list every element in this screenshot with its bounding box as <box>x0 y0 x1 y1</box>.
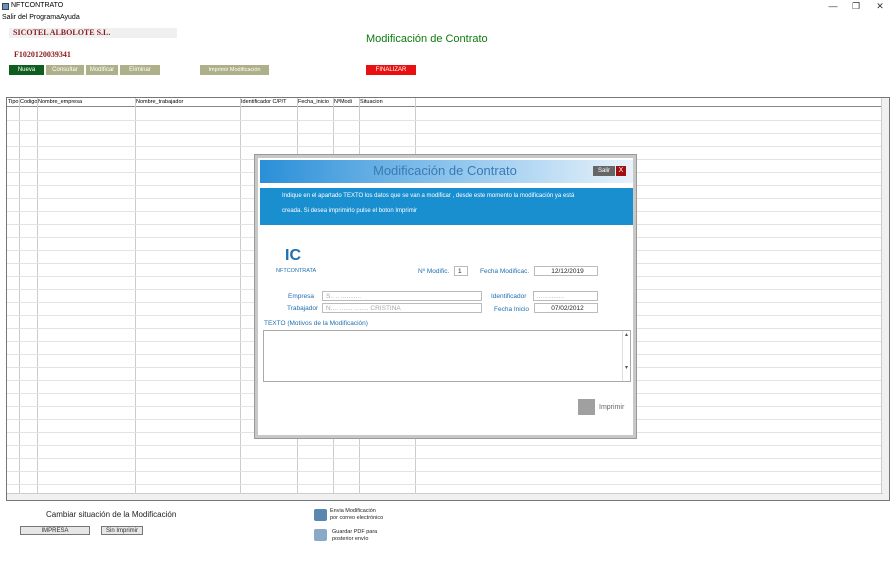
title-bar <box>0 0 894 13</box>
mail-icon[interactable] <box>314 509 327 521</box>
nueva-button[interactable]: Nueva <box>9 65 44 75</box>
trabajador-field[interactable]: N.... ....... ........ CRISTINA <box>322 303 482 313</box>
grid-row-line <box>7 146 883 147</box>
col-nmodi[interactable]: NºModi <box>333 98 359 107</box>
modification-dialog: Modificación de Contrato Salir X Indique… <box>255 155 636 438</box>
grid-vertical-scrollbar[interactable] <box>881 98 889 500</box>
company-name: SICOTEL ALBOLOTE S.L. <box>9 28 177 38</box>
fecha-inicio-field[interactable]: 07/02/2012 <box>534 303 598 313</box>
imprimir-button[interactable] <box>578 399 595 415</box>
menu-salir[interactable]: Salir del Programa <box>2 14 60 21</box>
consultar-button[interactable]: Consultar <box>46 65 84 75</box>
grid-row-line <box>7 471 883 472</box>
logo-text: NFTCONTRATA <box>276 268 317 274</box>
app-icon <box>2 3 9 10</box>
guardar-line-2: posterior envío <box>332 536 369 542</box>
imprimir-modificacion-button[interactable]: Imprimir Modificación <box>200 65 269 75</box>
identificador-field[interactable]: ............... <box>533 291 598 301</box>
trabajador-label: Trabajador <box>287 305 319 312</box>
identificador-label: Identificador <box>491 293 527 300</box>
cambiar-situacion-label: Cambiar situación de la Modificación <box>46 510 177 519</box>
window-title: NFTCONTRATO <box>11 2 64 9</box>
menu-ayuda[interactable]: Ayuda <box>60 14 80 21</box>
fecha-inicio-label: Fecha Inicio <box>494 306 530 313</box>
fecha-modif-field[interactable]: 12/12/2019 <box>534 266 598 276</box>
guardar-line-1: Guardar PDF para <box>332 529 378 535</box>
empresa-field[interactable]: S.. .. ........... <box>322 291 482 301</box>
fecha-modif-label: Fecha Modificac. <box>480 268 530 275</box>
col-nombre-empresa[interactable]: Nombre_empresa <box>37 98 135 107</box>
dialog-title: Modificación de Contrato <box>373 163 517 178</box>
imprimir-label[interactable]: Imprimir <box>599 404 624 411</box>
dialog-salir-button[interactable]: Salir <box>593 166 615 176</box>
close-button[interactable]: ✕ <box>869 0 891 13</box>
grid-row-line <box>7 484 883 485</box>
empresa-label: Empresa <box>288 293 315 300</box>
col-situacion[interactable]: Situacion <box>359 98 883 107</box>
texto-textarea[interactable]: ▴ ▾ <box>263 330 631 382</box>
minimize-button[interactable]: — <box>822 0 844 13</box>
eliminar-button[interactable]: Eliminar <box>120 65 160 75</box>
col-identificador[interactable]: Identificador C/P/T <box>240 98 297 107</box>
col-nombre-trabajador[interactable]: Nombre_trabajador <box>135 98 240 107</box>
col-fecha-inicio[interactable]: Fecha_inicio <box>297 98 333 107</box>
dialog-info-banner: Indique en el apartado TEXTO los datos q… <box>260 188 633 225</box>
logo-icon: IC <box>285 247 301 264</box>
info-line-1: Indique en el apartado TEXTO los datos q… <box>282 193 575 199</box>
n-modif-label: Nº Modific. <box>418 268 450 275</box>
envia-modificacion-label[interactable]: Envia Modificación por correo electrónic… <box>330 508 383 522</box>
page-title: Modificación de Contrato <box>366 33 488 45</box>
grid-row-line <box>7 120 883 121</box>
grid-row-line <box>7 458 883 459</box>
scroll-down-icon[interactable]: ▾ <box>623 364 630 371</box>
envia-line-2: por correo electrónico <box>330 515 384 521</box>
scroll-up-icon[interactable]: ▴ <box>623 331 630 338</box>
finalizar-button[interactable]: FINALIZAR <box>366 65 416 75</box>
contract-code: F1020120039341 <box>14 50 71 59</box>
envia-line-1: Envia Modificación <box>330 508 376 514</box>
grid-row-line <box>7 133 883 134</box>
maximize-button[interactable]: ❐ <box>845 0 867 13</box>
texto-label: TEXTO (Motivos de la Modificación) <box>264 320 368 327</box>
impresa-button[interactable]: IMPRESA <box>20 526 90 535</box>
col-codigo[interactable]: Codigo <box>19 98 37 107</box>
col-tipo[interactable]: Tipo <box>7 98 19 107</box>
n-modif-field[interactable]: 1 <box>454 266 468 276</box>
grid-row-line <box>7 445 883 446</box>
pdf-icon[interactable] <box>314 529 327 541</box>
sin-imprimir-button[interactable]: Sin Imprimir <box>101 526 143 535</box>
info-line-2: creada. Si desea imprimirlo pulse el bot… <box>282 208 418 214</box>
dialog-close-button[interactable]: X <box>616 166 626 176</box>
textarea-scrollbar[interactable]: ▴ ▾ <box>622 331 630 381</box>
modificar-button[interactable]: Modificar <box>86 65 118 75</box>
grid-horizontal-scrollbar[interactable] <box>7 493 883 500</box>
guardar-pdf-label[interactable]: Guardar PDF para posterior envío <box>332 529 377 543</box>
